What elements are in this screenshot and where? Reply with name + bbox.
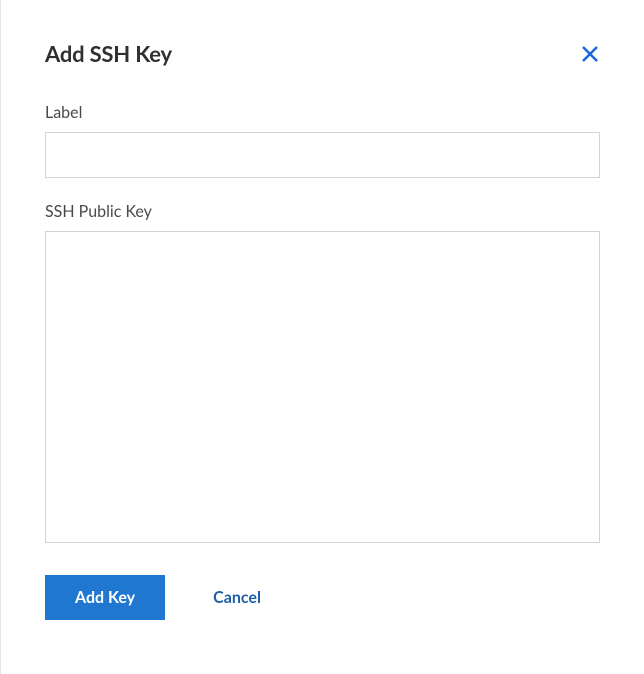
close-icon: [581, 45, 599, 63]
add-ssh-key-panel: Add SSH Key Label SSH Public Key Add Key…: [1, 0, 644, 664]
panel-title: Add SSH Key: [45, 40, 172, 67]
ssh-key-field-group: SSH Public Key: [45, 202, 600, 547]
panel-header: Add SSH Key: [45, 40, 600, 67]
cancel-button[interactable]: Cancel: [213, 588, 261, 607]
ssh-public-key-input[interactable]: [45, 231, 600, 543]
action-buttons: Add Key Cancel: [45, 575, 600, 620]
label-field-label: Label: [45, 103, 600, 122]
close-button[interactable]: [580, 44, 600, 64]
label-input[interactable]: [45, 132, 600, 178]
label-field-group: Label: [45, 103, 600, 178]
add-key-button[interactable]: Add Key: [45, 575, 165, 620]
ssh-key-field-label: SSH Public Key: [45, 202, 600, 221]
